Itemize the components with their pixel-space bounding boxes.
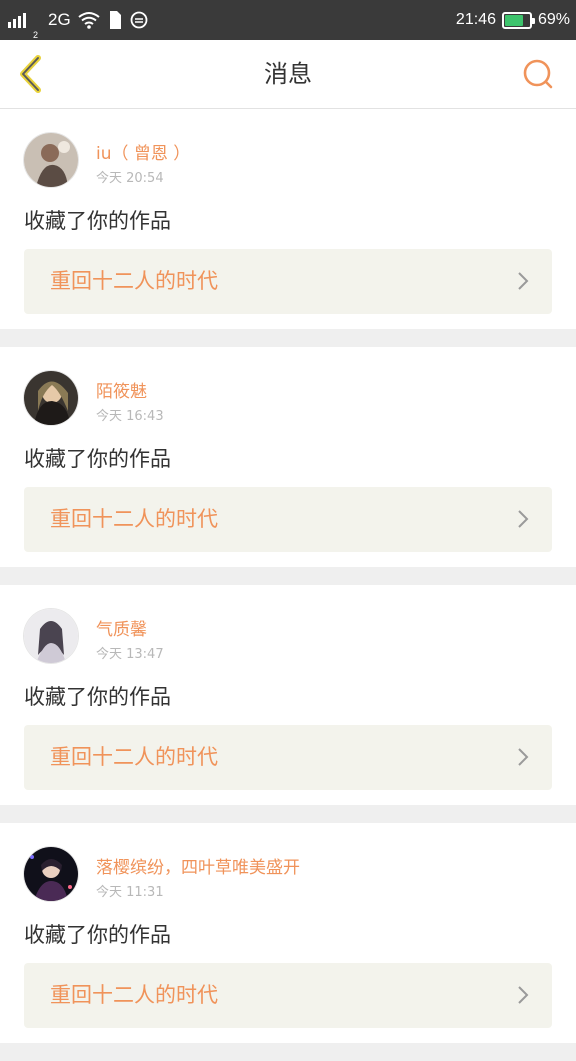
work-link[interactable]: 重回十二人的时代 (24, 249, 552, 314)
sim-card-icon (109, 11, 121, 29)
page-title: 消息 (264, 60, 312, 88)
chevron-right-icon (518, 272, 529, 290)
work-link[interactable]: 重回十二人的时代 (24, 963, 552, 1028)
username[interactable]: 气质馨 (96, 615, 147, 640)
avatar[interactable] (24, 133, 78, 187)
search-icon (523, 59, 553, 89)
sim-slot-label: 2 (33, 30, 39, 40)
status-right: 21:46 69% (456, 0, 570, 40)
action-text: 收藏了你的作品 (24, 447, 171, 471)
username[interactable]: 落樱缤纷，四叶草唯美盛开 (96, 853, 300, 878)
work-title: 重回十二人的时代 (50, 269, 218, 293)
chevron-right-icon (518, 748, 529, 766)
work-title: 重回十二人的时代 (50, 745, 218, 769)
message-item[interactable]: 陌筱魅 今天 16:43 收藏了你的作品 重回十二人的时代 (0, 347, 576, 567)
status-bar: 2 2G 21:46 69% (0, 0, 576, 40)
chevron-right-icon (518, 986, 529, 1004)
timestamp: 今天 11:31 (96, 885, 164, 900)
timestamp: 今天 20:54 (96, 171, 164, 186)
work-title: 重回十二人的时代 (50, 983, 218, 1007)
timestamp: 今天 16:43 (96, 409, 164, 424)
avatar[interactable] (24, 371, 78, 425)
username[interactable]: iu（ 曾恩 ） (96, 139, 190, 164)
work-title: 重回十二人的时代 (50, 507, 218, 531)
search-button[interactable] (520, 56, 556, 92)
battery-level (504, 14, 523, 26)
action-text: 收藏了你的作品 (24, 923, 171, 947)
wifi-icon (78, 12, 100, 29)
message-list: iu（ 曾恩 ） 今天 20:54 收藏了你的作品 重回十二人的时代 陌筱魅 今… (0, 109, 576, 1061)
clock: 21:46 (455, 11, 496, 28)
work-link[interactable]: 重回十二人的时代 (24, 725, 552, 790)
battery-icon (501, 11, 535, 29)
battery-percent: 69% (537, 11, 570, 28)
work-link[interactable]: 重回十二人的时代 (24, 487, 552, 552)
header: 消息 (0, 40, 576, 109)
status-left: 2 2G (8, 0, 149, 40)
message-item[interactable]: 气质馨 今天 13:47 收藏了你的作品 重回十二人的时代 (0, 585, 576, 805)
signal-icon (8, 12, 26, 28)
action-text: 收藏了你的作品 (24, 685, 171, 709)
avatar[interactable] (24, 609, 78, 663)
network-type: 2G (48, 10, 71, 29)
timestamp: 今天 13:47 (96, 647, 164, 662)
message-item[interactable]: 落樱缤纷，四叶草唯美盛开 今天 11:31 收藏了你的作品 重回十二人的时代 (0, 823, 576, 1043)
sync-icon (130, 11, 148, 29)
message-item[interactable]: iu（ 曾恩 ） 今天 20:54 收藏了你的作品 重回十二人的时代 (0, 109, 576, 329)
username[interactable]: 陌筱魅 (96, 377, 147, 402)
chevron-right-icon (518, 510, 529, 528)
avatar[interactable] (24, 847, 78, 901)
action-text: 收藏了你的作品 (24, 209, 171, 233)
